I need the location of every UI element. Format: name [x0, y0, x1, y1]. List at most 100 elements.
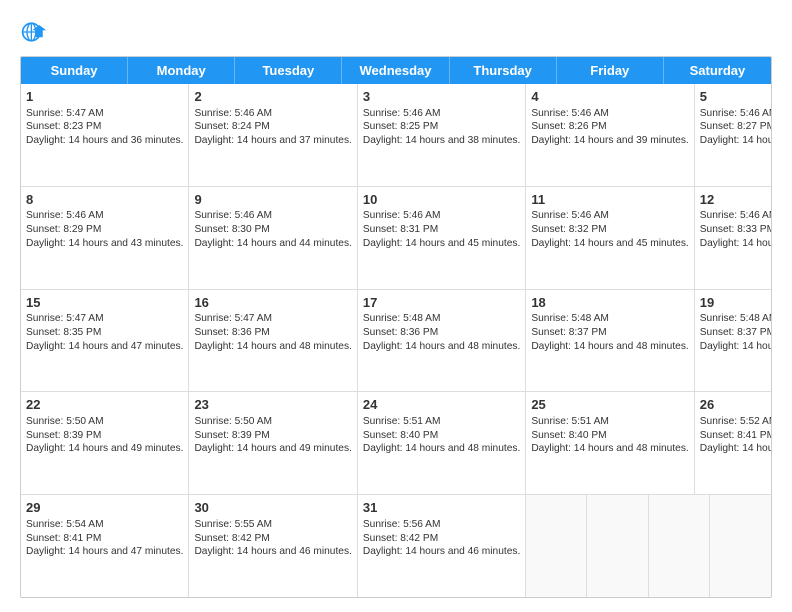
- daylight-info: Daylight: 14 hours and 36 minutes.: [26, 134, 183, 148]
- sunset-info: Sunset: 8:26 PM: [531, 120, 688, 134]
- day-cell-18: 18Sunrise: 5:48 AMSunset: 8:37 PMDayligh…: [526, 290, 694, 392]
- daylight-info: Daylight: 14 hours and 47 minutes.: [26, 340, 183, 354]
- daylight-info: Daylight: 14 hours and 48 minutes.: [194, 340, 351, 354]
- sunset-info: Sunset: 8:40 PM: [531, 429, 688, 443]
- sunrise-info: Sunrise: 5:46 AM: [700, 107, 772, 121]
- sunrise-info: Sunrise: 5:46 AM: [194, 209, 351, 223]
- weekday-header-monday: Monday: [128, 57, 235, 84]
- calendar-row-1: 1Sunrise: 5:47 AMSunset: 8:23 PMDaylight…: [21, 84, 771, 187]
- daylight-info: Daylight: 14 hours and 47 minutes.: [26, 545, 183, 559]
- daylight-info: Daylight: 14 hours and 37 minutes.: [194, 134, 351, 148]
- sunset-info: Sunset: 8:31 PM: [363, 223, 520, 237]
- day-number: 15: [26, 294, 183, 312]
- sunset-info: Sunset: 8:36 PM: [194, 326, 351, 340]
- sunrise-info: Sunrise: 5:54 AM: [26, 518, 183, 532]
- calendar-row-2: 8Sunrise: 5:46 AMSunset: 8:29 PMDaylight…: [21, 187, 771, 290]
- sunset-info: Sunset: 8:36 PM: [363, 326, 520, 340]
- day-number: 29: [26, 499, 183, 517]
- day-number: 24: [363, 396, 520, 414]
- sunrise-info: Sunrise: 5:50 AM: [26, 415, 183, 429]
- sunset-info: Sunset: 8:35 PM: [26, 326, 183, 340]
- empty-cell: [587, 495, 648, 597]
- sunset-info: Sunset: 8:32 PM: [531, 223, 688, 237]
- sunset-info: Sunset: 8:41 PM: [700, 429, 772, 443]
- day-cell-12: 12Sunrise: 5:46 AMSunset: 8:33 PMDayligh…: [695, 187, 772, 289]
- daylight-info: Daylight: 14 hours and 46 minutes.: [194, 545, 351, 559]
- daylight-info: Daylight: 14 hours and 40 minutes.: [700, 134, 772, 148]
- daylight-info: Daylight: 14 hours and 45 minutes.: [363, 237, 520, 251]
- day-cell-26: 26Sunrise: 5:52 AMSunset: 8:41 PMDayligh…: [695, 392, 772, 494]
- daylight-info: Daylight: 14 hours and 48 minutes.: [531, 442, 688, 456]
- day-cell-11: 11Sunrise: 5:46 AMSunset: 8:32 PMDayligh…: [526, 187, 694, 289]
- day-cell-4: 4Sunrise: 5:46 AMSunset: 8:26 PMDaylight…: [526, 84, 694, 186]
- daylight-info: Daylight: 14 hours and 46 minutes.: [700, 237, 772, 251]
- weekday-header-tuesday: Tuesday: [235, 57, 342, 84]
- day-number: 3: [363, 88, 520, 106]
- day-number: 26: [700, 396, 772, 414]
- daylight-info: Daylight: 14 hours and 48 minutes.: [700, 442, 772, 456]
- day-cell-16: 16Sunrise: 5:47 AMSunset: 8:36 PMDayligh…: [189, 290, 357, 392]
- day-cell-30: 30Sunrise: 5:55 AMSunset: 8:42 PMDayligh…: [189, 495, 357, 597]
- calendar: SundayMondayTuesdayWednesdayThursdayFrid…: [20, 56, 772, 598]
- weekday-header-sunday: Sunday: [21, 57, 128, 84]
- sunrise-info: Sunrise: 5:46 AM: [531, 107, 688, 121]
- empty-cell: [710, 495, 771, 597]
- daylight-info: Daylight: 14 hours and 49 minutes.: [194, 442, 351, 456]
- day-number: 19: [700, 294, 772, 312]
- sunset-info: Sunset: 8:39 PM: [26, 429, 183, 443]
- sunset-info: Sunset: 8:42 PM: [194, 532, 351, 546]
- sunrise-info: Sunrise: 5:48 AM: [363, 312, 520, 326]
- weekday-header-wednesday: Wednesday: [342, 57, 449, 84]
- daylight-info: Daylight: 14 hours and 44 minutes.: [194, 237, 351, 251]
- daylight-info: Daylight: 14 hours and 39 minutes.: [531, 134, 688, 148]
- sunset-info: Sunset: 8:41 PM: [26, 532, 183, 546]
- day-number: 16: [194, 294, 351, 312]
- day-number: 30: [194, 499, 351, 517]
- day-cell-22: 22Sunrise: 5:50 AMSunset: 8:39 PMDayligh…: [21, 392, 189, 494]
- empty-cell: [526, 495, 587, 597]
- daylight-info: Daylight: 14 hours and 45 minutes.: [531, 237, 688, 251]
- daylight-info: Daylight: 14 hours and 48 minutes.: [531, 340, 688, 354]
- day-number: 1: [26, 88, 183, 106]
- daylight-info: Daylight: 14 hours and 48 minutes.: [363, 442, 520, 456]
- day-number: 8: [26, 191, 183, 209]
- weekday-header-thursday: Thursday: [450, 57, 557, 84]
- day-number: 31: [363, 499, 520, 517]
- sunrise-info: Sunrise: 5:47 AM: [194, 312, 351, 326]
- sunrise-info: Sunrise: 5:56 AM: [363, 518, 520, 532]
- day-cell-9: 9Sunrise: 5:46 AMSunset: 8:30 PMDaylight…: [189, 187, 357, 289]
- daylight-info: Daylight: 14 hours and 49 minutes.: [26, 442, 183, 456]
- daylight-info: Daylight: 14 hours and 46 minutes.: [363, 545, 520, 559]
- day-number: 18: [531, 294, 688, 312]
- day-cell-3: 3Sunrise: 5:46 AMSunset: 8:25 PMDaylight…: [358, 84, 526, 186]
- daylight-info: Daylight: 14 hours and 43 minutes.: [26, 237, 183, 251]
- day-number: 4: [531, 88, 688, 106]
- day-number: 17: [363, 294, 520, 312]
- sunrise-info: Sunrise: 5:46 AM: [363, 107, 520, 121]
- sunset-info: Sunset: 8:23 PM: [26, 120, 183, 134]
- day-number: 22: [26, 396, 183, 414]
- sunset-info: Sunset: 8:27 PM: [700, 120, 772, 134]
- day-cell-10: 10Sunrise: 5:46 AMSunset: 8:31 PMDayligh…: [358, 187, 526, 289]
- weekday-header-friday: Friday: [557, 57, 664, 84]
- day-cell-8: 8Sunrise: 5:46 AMSunset: 8:29 PMDaylight…: [21, 187, 189, 289]
- day-number: 10: [363, 191, 520, 209]
- day-cell-24: 24Sunrise: 5:51 AMSunset: 8:40 PMDayligh…: [358, 392, 526, 494]
- header: [20, 18, 772, 46]
- calendar-row-4: 22Sunrise: 5:50 AMSunset: 8:39 PMDayligh…: [21, 392, 771, 495]
- day-number: 12: [700, 191, 772, 209]
- calendar-header: SundayMondayTuesdayWednesdayThursdayFrid…: [21, 57, 771, 84]
- sunset-info: Sunset: 8:37 PM: [700, 326, 772, 340]
- day-cell-1: 1Sunrise: 5:47 AMSunset: 8:23 PMDaylight…: [21, 84, 189, 186]
- sunset-info: Sunset: 8:29 PM: [26, 223, 183, 237]
- sunrise-info: Sunrise: 5:50 AM: [194, 415, 351, 429]
- day-cell-31: 31Sunrise: 5:56 AMSunset: 8:42 PMDayligh…: [358, 495, 526, 597]
- sunset-info: Sunset: 8:33 PM: [700, 223, 772, 237]
- day-number: 2: [194, 88, 351, 106]
- logo-icon: [20, 18, 48, 46]
- sunset-info: Sunset: 8:42 PM: [363, 532, 520, 546]
- day-cell-19: 19Sunrise: 5:48 AMSunset: 8:37 PMDayligh…: [695, 290, 772, 392]
- day-cell-5: 5Sunrise: 5:46 AMSunset: 8:27 PMDaylight…: [695, 84, 772, 186]
- day-number: 25: [531, 396, 688, 414]
- sunrise-info: Sunrise: 5:48 AM: [531, 312, 688, 326]
